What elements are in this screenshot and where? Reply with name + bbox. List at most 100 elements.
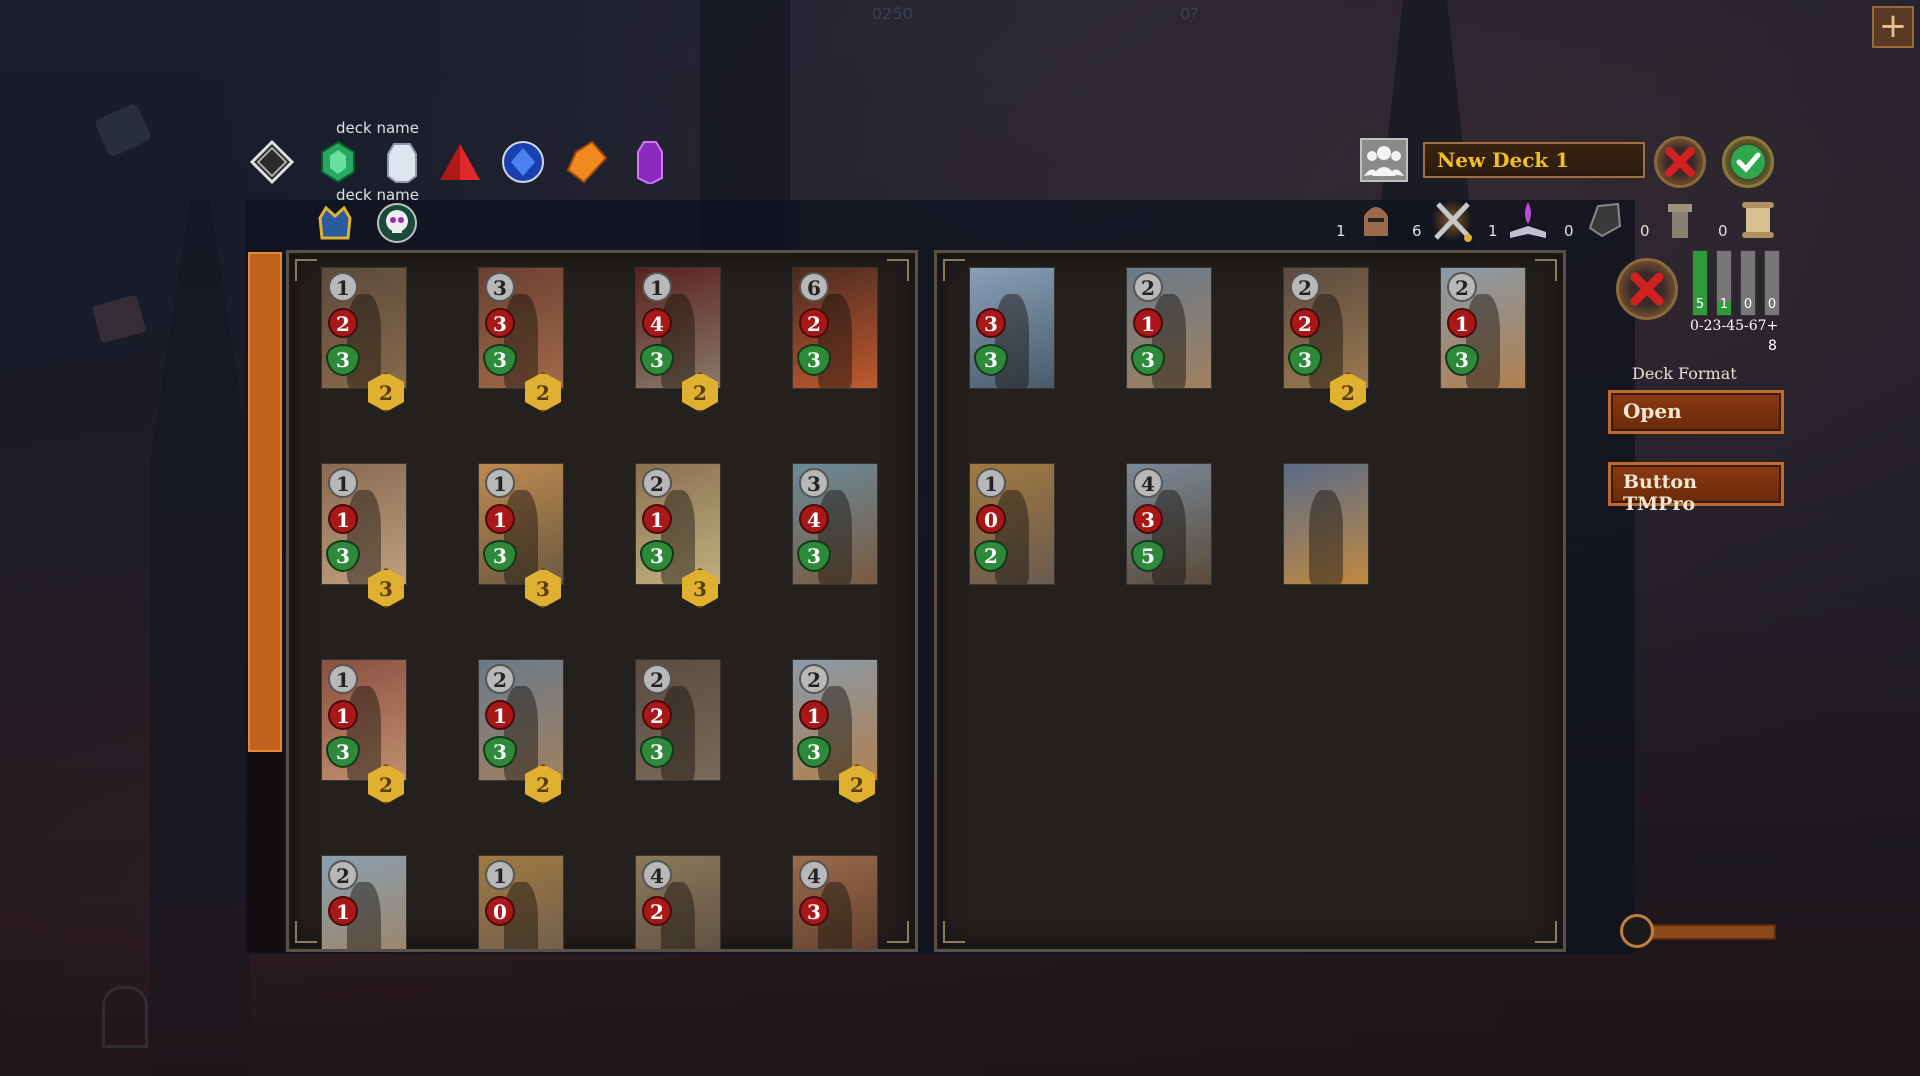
attack-badge: 1 [642,504,672,534]
crowned-helm-icon[interactable] [316,204,354,242]
green-emerald-icon[interactable] [316,140,360,184]
card-figure [504,294,538,388]
cost-badge: 4 [642,860,672,890]
card[interactable]: 33 [969,267,1055,389]
check-icon [1731,145,1765,179]
rune-stone-icon[interactable] [1584,198,1624,242]
card[interactable]: 1432 [635,267,721,412]
cost-badge: 1 [328,468,358,498]
attack-badge: 3 [1133,504,1163,534]
white-crystal-icon[interactable] [380,140,424,184]
attack-badge: 3 [799,896,829,926]
button-tmpro[interactable]: Button TMPro [1608,462,1784,515]
card-figure [818,490,852,584]
deck-card-pool: 332132232213102435 [934,250,1566,952]
skull-icon[interactable] [376,202,418,244]
attack-badge: 1 [1133,308,1163,338]
frame-corner-ornament [943,921,965,943]
mana-curve-count: 0 [1767,297,1777,312]
cancel-button[interactable] [1654,136,1706,188]
mana-curve-count: 0 [1743,297,1753,312]
card[interactable]: 1232 [321,267,407,412]
confirm-button[interactable] [1722,136,1774,188]
mana-curve-total: 8 [1768,338,1777,354]
faint-top-text-2: 0? [1180,4,1199,23]
scroll-icon[interactable] [1738,198,1778,242]
cost-badge: 4 [1133,468,1163,498]
orange-amber-icon[interactable] [564,140,608,184]
card-figure [504,686,538,780]
zoom-slider-knob[interactable] [1620,914,1654,948]
card-figure [1152,490,1186,584]
frame-corner-ornament [295,921,317,943]
purple-amethyst-icon[interactable] [628,140,672,186]
card[interactable]: 2132 [792,659,878,804]
class-filter-count: 1 [1336,222,1346,240]
card[interactable]: 21 [321,855,407,949]
red-pyramid-icon[interactable] [438,140,482,184]
deck-format-dropdown[interactable]: Open [1608,390,1784,434]
close-icon [1665,147,1695,177]
card[interactable]: 102 [969,463,1055,585]
spellbook-icon[interactable] [1508,198,1548,242]
card[interactable]: 43 [792,855,878,949]
card[interactable]: 213 [1440,267,1526,389]
card[interactable]: 213 [1126,267,1212,389]
frame-corner-ornament [887,259,909,281]
card-figure [347,686,381,780]
side-tab-orange[interactable] [248,252,282,752]
card[interactable]: 10 [478,855,564,949]
card[interactable]: 223 [635,659,721,781]
cost-badge: 2 [799,664,829,694]
card[interactable]: 2132 [478,659,564,804]
knight-helmet-icon[interactable] [1356,198,1396,242]
card[interactable]: 435 [1126,463,1212,585]
add-plus-button[interactable]: + [1872,6,1914,48]
attack-badge: 4 [642,308,672,338]
card[interactable]: 1133 [321,463,407,608]
tower-icon[interactable] [1660,198,1700,242]
card-figure [1466,294,1500,388]
card-figure [995,294,1029,388]
blue-sapphire-icon[interactable] [501,140,545,184]
colorless-diamond-icon[interactable] [249,139,295,185]
cost-badge: 1 [485,468,515,498]
attack-badge: 2 [1290,308,1320,338]
attack-badge: 2 [642,700,672,730]
deck-name-field[interactable]: New Deck 1 [1423,142,1645,178]
cost-badge: 1 [328,272,358,302]
attack-badge: 1 [328,896,358,926]
card-figure [1309,294,1343,388]
card-art [1284,464,1368,584]
cost-badge: 6 [799,272,829,302]
card[interactable]: 2232 [1283,267,1369,412]
faint-gate-icon [102,986,148,1048]
attack-badge: 1 [1447,308,1477,338]
crossed-weapons-icon[interactable] [1432,198,1472,242]
card-figure [504,490,538,584]
faint-top-text-1: 0250 [872,4,913,23]
card[interactable]: 2133 [635,463,721,608]
cost-badge: 2 [642,468,672,498]
attack-badge: 2 [799,308,829,338]
frame-corner-ornament [1535,921,1557,943]
deck-format-label: Deck Format [1632,364,1737,383]
group-icon-button[interactable] [1360,138,1408,182]
card[interactable]: 1132 [321,659,407,804]
cost-badge: 4 [799,860,829,890]
card[interactable]: 343 [792,463,878,585]
cost-badge: 2 [1447,272,1477,302]
clear-deck-button[interactable] [1616,258,1678,320]
card[interactable]: 42 [635,855,721,949]
card[interactable] [1283,463,1369,585]
attack-badge: 1 [799,700,829,730]
card[interactable]: 1133 [478,463,564,608]
frame-corner-ornament [1535,259,1557,281]
attack-badge: 1 [328,504,358,534]
cost-badge: 2 [642,664,672,694]
attack-badge: 4 [799,504,829,534]
card[interactable]: 623 [792,267,878,389]
card[interactable]: 3332 [478,267,564,412]
mana-curve-count: 1 [1719,297,1729,312]
cost-badge: 2 [328,860,358,890]
